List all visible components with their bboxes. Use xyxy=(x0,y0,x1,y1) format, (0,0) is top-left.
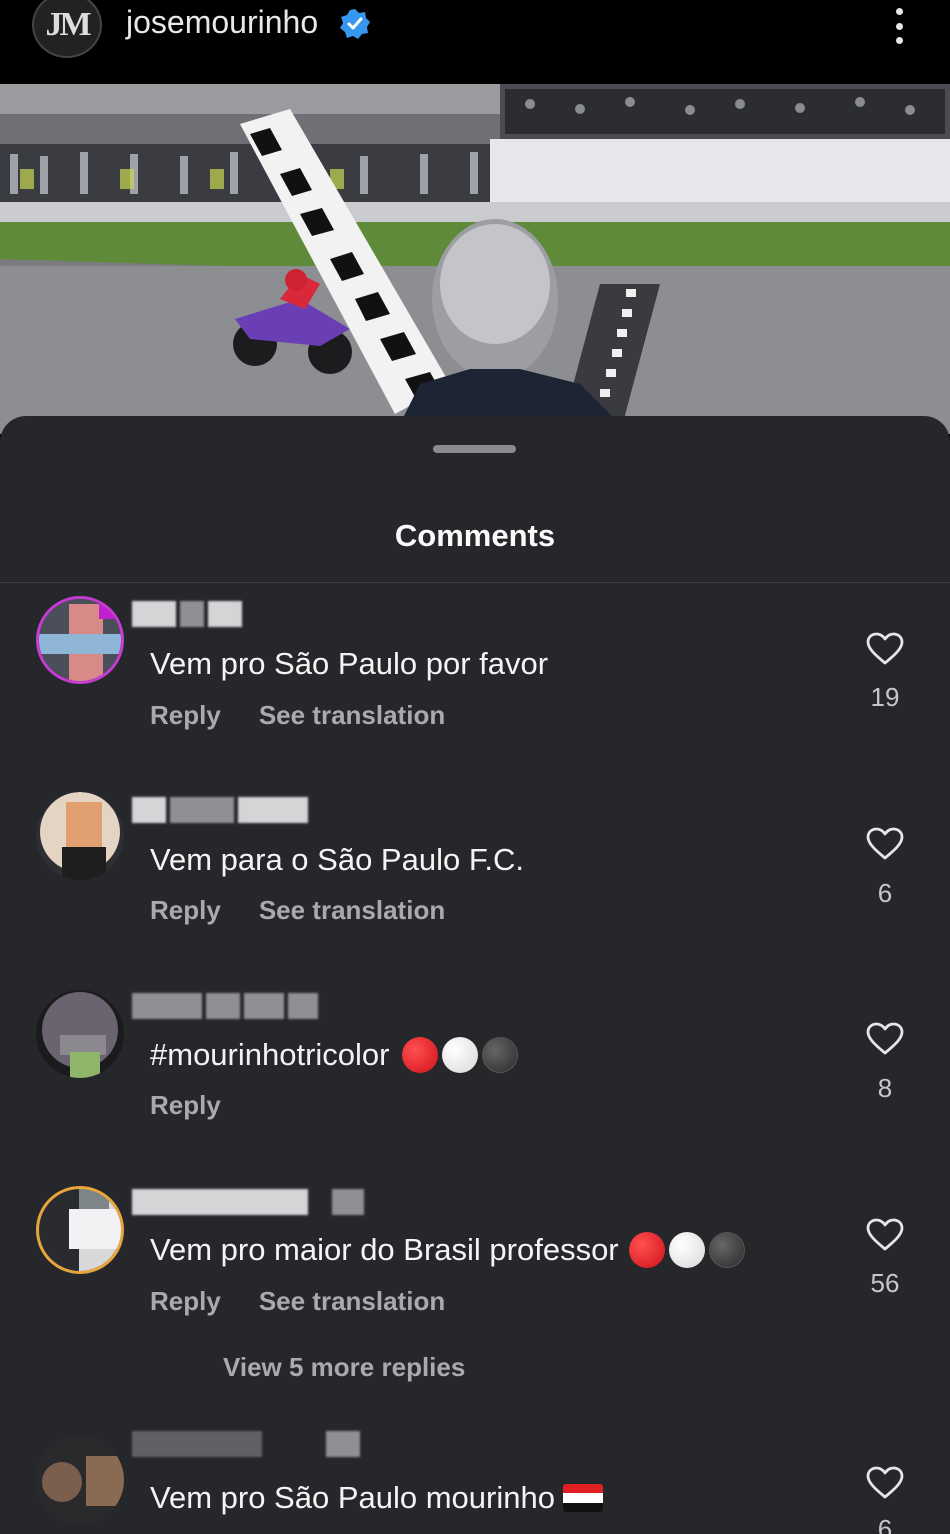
reply-button[interactable]: Reply xyxy=(150,1090,221,1121)
more-vertical-icon[interactable] xyxy=(884,4,914,48)
commenter-username[interactable] xyxy=(132,1186,364,1218)
hashtag-link[interactable]: #mourinhotricolor xyxy=(150,1037,390,1073)
commenter-avatar[interactable] xyxy=(36,1186,124,1274)
comment-text: #mourinhotricolor xyxy=(150,1037,518,1073)
black-circle-emoji xyxy=(481,1037,518,1073)
commenter-avatar[interactable] xyxy=(36,990,124,1078)
commenter-username[interactable] xyxy=(132,598,242,630)
commenter-avatar[interactable] xyxy=(36,596,124,684)
comment-text: Vem pro São Paulo por favor xyxy=(150,646,549,681)
profile-header: JM josemourinho xyxy=(0,0,950,84)
comment-actions: Reply xyxy=(150,1090,221,1121)
comment-body: Vem pro São Paulo mourinho xyxy=(150,1480,555,1515)
reply-button[interactable]: Reply xyxy=(150,895,221,926)
white-circle-emoji xyxy=(441,1037,478,1073)
red-circle-emoji xyxy=(401,1037,438,1073)
heart-icon[interactable] xyxy=(866,632,904,666)
commenter-username[interactable] xyxy=(132,1428,360,1460)
see-translation-button[interactable]: See translation xyxy=(259,1286,445,1317)
profile-username[interactable]: josemourinho xyxy=(126,4,318,41)
like-count: 8 xyxy=(877,1073,893,1103)
view-more-replies-button[interactable]: View 5 more replies xyxy=(223,1352,465,1383)
flag-emoji xyxy=(562,1484,603,1512)
heart-icon[interactable] xyxy=(866,1466,904,1500)
drag-handle[interactable] xyxy=(433,445,516,453)
sheet-title: Comments xyxy=(394,518,556,553)
reply-button[interactable]: Reply xyxy=(150,1286,221,1317)
logo-text: JM xyxy=(45,6,91,43)
reply-button[interactable]: Reply xyxy=(150,700,221,731)
comment-text: Vem pro maior do Brasil professor xyxy=(150,1232,745,1268)
like-count: 56 xyxy=(870,1268,900,1298)
like-count: 6 xyxy=(877,1514,893,1534)
comment-body: Vem pro maior do Brasil professor xyxy=(150,1232,619,1267)
like-count: 6 xyxy=(877,878,893,908)
profile-avatar[interactable]: JM xyxy=(32,0,102,58)
commenter-avatar[interactable] xyxy=(36,1436,124,1524)
like-count: 19 xyxy=(870,682,900,712)
commenter-username[interactable] xyxy=(132,990,318,1022)
comment-actions: Reply See translation xyxy=(150,1286,445,1317)
heart-icon[interactable] xyxy=(866,1218,904,1252)
comment-actions: Reply See translation xyxy=(150,895,445,926)
divider xyxy=(0,582,950,583)
comment-actions: Reply See translation xyxy=(150,700,445,731)
comments-sheet: Comments Vem pro São Paulo por favor Rep… xyxy=(0,416,950,1534)
heart-icon[interactable] xyxy=(866,1022,904,1056)
comment-text: Vem para o São Paulo F.C. xyxy=(150,842,524,877)
comment-text: Vem pro São Paulo mourinho xyxy=(150,1480,603,1516)
commenter-username[interactable] xyxy=(132,794,308,826)
post-photo xyxy=(0,84,950,434)
black-circle-emoji xyxy=(708,1232,745,1268)
verified-badge-icon xyxy=(340,9,370,39)
see-translation-button[interactable]: See translation xyxy=(259,700,445,731)
heart-icon[interactable] xyxy=(866,827,904,861)
see-translation-button[interactable]: See translation xyxy=(259,895,445,926)
white-circle-emoji xyxy=(668,1232,705,1268)
commenter-avatar[interactable] xyxy=(36,792,124,880)
red-circle-emoji xyxy=(628,1232,665,1268)
